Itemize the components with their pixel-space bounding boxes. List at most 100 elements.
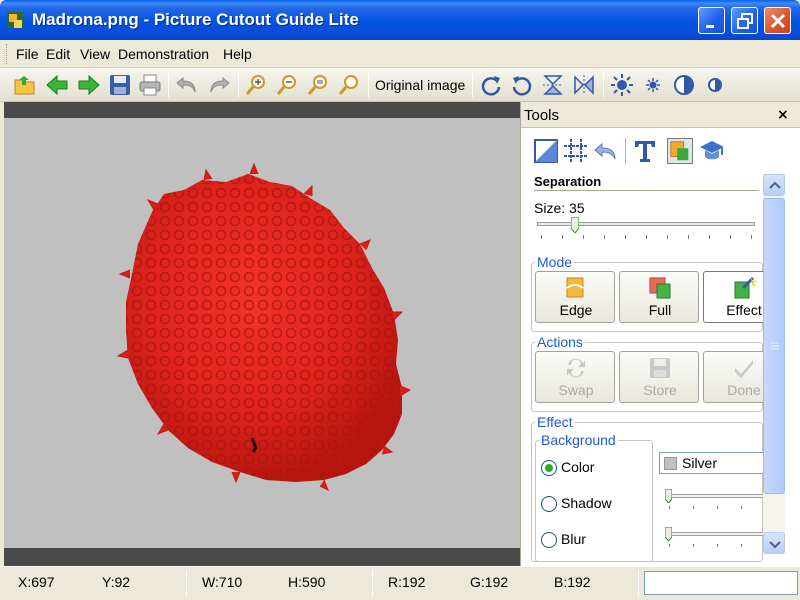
flip-vertical-icon[interactable] [541,73,565,97]
store-label: Store [643,382,677,398]
slider-tick [717,506,718,509]
open-icon[interactable] [13,73,37,97]
canvas-band-bottom [4,548,520,566]
window-title: Madrona.png - Picture Cutout Guide Lite [32,10,359,29]
image-canvas[interactable] [4,102,520,566]
scroll-down-button[interactable] [763,532,785,554]
menu-grip [6,44,9,64]
shadow-radio[interactable] [541,496,557,512]
menu-help[interactable]: Help [223,46,252,62]
toolbar-separator [368,73,369,97]
flip-horizontal-icon[interactable] [572,73,596,97]
status-progress-box [644,571,798,595]
original-image-button[interactable]: Original image [375,77,465,93]
minimize-icon [706,25,714,28]
slider-tick [604,235,605,239]
slider-tick [541,235,542,239]
size-slider-track[interactable] [537,222,755,226]
forward-arrow-icon[interactable] [77,73,101,97]
text-tool-icon[interactable] [632,138,658,164]
zoom-actual-icon[interactable] [337,73,361,97]
background-color-select[interactable]: Silver [659,452,769,474]
shadow-slider-thumb[interactable] [665,489,672,503]
store-button[interactable]: Store [619,351,699,403]
slider-tick [583,235,584,239]
separation-divider [534,190,759,191]
blur-slider-track[interactable] [668,532,768,536]
back-arrow-icon[interactable] [45,73,69,97]
contrast-icon[interactable] [672,73,696,97]
zoom-fit-icon[interactable] [306,73,330,97]
brightness-icon[interactable] [610,73,634,97]
status-w: W:710 [202,574,243,590]
madrona-fruit-image [116,162,412,492]
scroll-up-button[interactable] [763,174,785,196]
status-bar: X:697 Y:92 W:710 H:590 R:192 G:192 B:192 [0,566,800,600]
toolbar-separator [168,73,169,97]
shadow-radio-label[interactable]: Shadow [561,495,612,511]
cutout-tool-icon[interactable] [667,138,693,164]
full-mode-label: Full [648,302,672,318]
maximize-icon [737,13,753,29]
education-icon[interactable] [699,138,725,164]
background-label: Background [539,432,618,448]
crop-icon[interactable] [533,138,559,164]
menu-demonstration[interactable]: Demonstration [118,46,209,62]
zoom-out-icon[interactable] [275,73,299,97]
tools-header: Tools × [521,102,800,128]
menu-file[interactable]: File [16,46,39,62]
zoom-in-icon[interactable] [244,73,268,97]
full-mode-button[interactable]: Full [619,271,699,323]
toolbar-separator [472,73,473,97]
slider-tick [709,235,710,239]
status-separator [638,570,639,596]
slider-tick [667,235,668,239]
menu-edit[interactable]: Edit [46,46,70,62]
undo-tool-icon[interactable] [593,138,619,164]
blur-slider-thumb[interactable] [665,527,672,541]
title-bar: Madrona.png - Picture Cutout Guide Lite [0,0,800,40]
chevron-down-icon [769,541,781,549]
effect-mode-icon [734,276,757,299]
blur-radio-label[interactable]: Blur [561,531,586,547]
minimize-button[interactable] [698,7,725,34]
edge-mode-button[interactable]: Edge [535,271,615,323]
rotate-right-icon[interactable] [479,73,503,97]
slider-tick [693,506,694,509]
maximize-button[interactable] [731,7,758,34]
separation-title: Separation [534,174,602,189]
print-icon[interactable] [138,73,162,97]
size-slider-thumb[interactable] [571,217,579,233]
slider-tick [625,235,626,239]
brightness-small-icon[interactable] [641,73,665,97]
mode-label: Mode [535,254,575,270]
tools-close-button[interactable]: × [777,107,789,123]
rotate-left-icon[interactable] [510,73,534,97]
scroll-thumb[interactable] [763,198,785,494]
undo-icon[interactable] [175,73,199,97]
swap-button[interactable]: Swap [535,351,615,403]
color-radio[interactable] [541,460,557,476]
status-r: R:192 [388,574,426,590]
save-icon[interactable] [108,73,132,97]
menu-bar: File Edit View Demonstration Help [0,40,800,68]
redo-icon[interactable] [207,73,231,97]
shadow-slider-track[interactable] [668,494,768,498]
blur-radio[interactable] [541,532,557,548]
swap-label: Swap [558,382,594,398]
app-icon [7,12,23,28]
full-mode-icon [649,277,671,299]
close-button[interactable] [764,7,791,34]
slider-tick [741,544,742,547]
background-color-value: Silver [682,455,718,471]
actions-label: Actions [535,334,585,350]
color-radio-label[interactable]: Color [561,459,594,475]
grid-icon[interactable] [563,138,589,164]
tools-title: Tools [524,107,560,124]
done-icon [735,360,753,378]
status-x: X:697 [18,574,55,590]
tools-scrollbar[interactable] [763,174,785,554]
contrast-small-icon[interactable] [703,73,727,97]
menu-view[interactable]: View [80,46,110,62]
effect-label: Effect [535,414,575,430]
